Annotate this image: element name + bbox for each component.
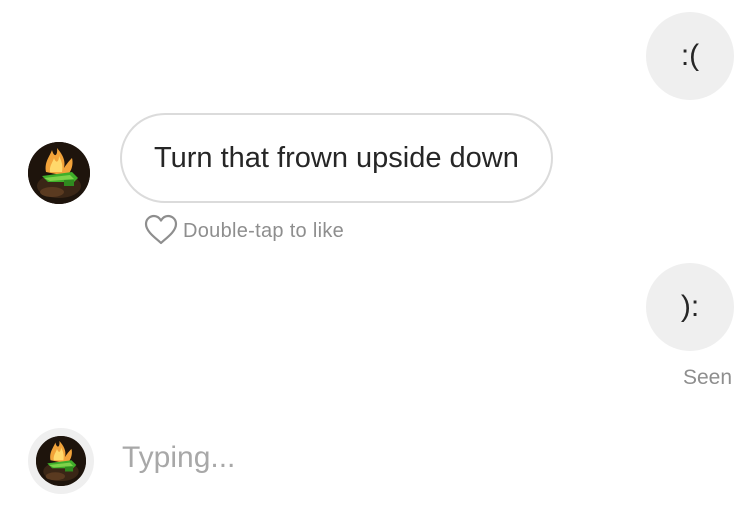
- message-text: :(: [680, 39, 700, 72]
- message-text: Turn that frown upside down: [154, 141, 519, 174]
- contact-avatar[interactable]: [28, 142, 90, 204]
- outgoing-message-bubble[interactable]: ):: [646, 263, 734, 351]
- chat-thread: :( Turn that frown upside down Double-ta…: [0, 0, 750, 523]
- typing-indicator: Typing...: [122, 441, 236, 474]
- fire-avatar-image: [36, 436, 86, 486]
- typing-contact-avatar[interactable]: [36, 436, 86, 486]
- fire-avatar-image: [28, 142, 90, 204]
- incoming-message-bubble[interactable]: Turn that frown upside down: [120, 113, 553, 203]
- outgoing-message-bubble[interactable]: :(: [646, 12, 734, 100]
- like-hint-label: Double-tap to like: [183, 219, 345, 242]
- seen-status: Seen: [682, 366, 732, 389]
- message-text: ):: [680, 290, 700, 323]
- heart-outline-icon[interactable]: [143, 213, 179, 250]
- like-hint[interactable]: Double-tap to like: [143, 214, 344, 248]
